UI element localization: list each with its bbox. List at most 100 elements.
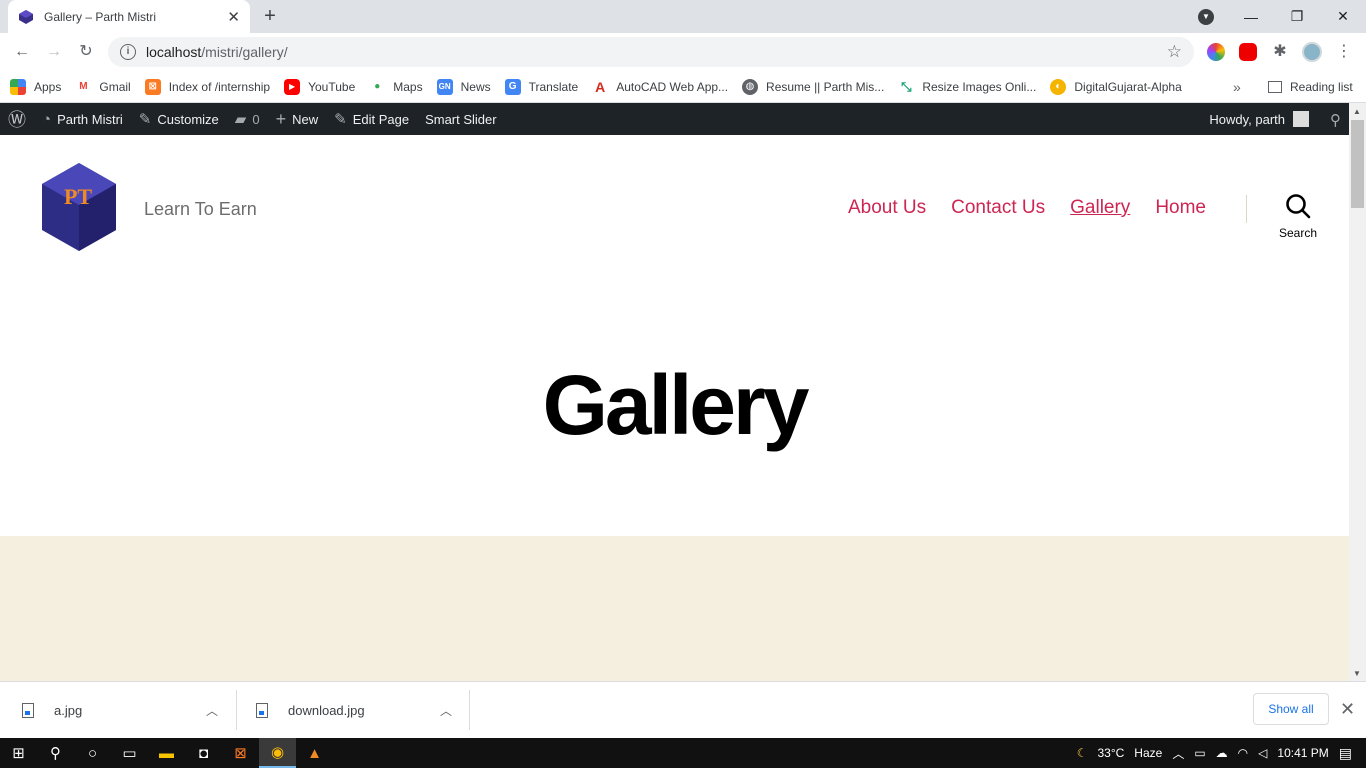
edit-page-link[interactable]: ✎ Edit Page	[326, 103, 417, 135]
chevron-up-icon[interactable]: ︿	[1172, 745, 1184, 762]
new-content-link[interactable]: + New	[268, 103, 327, 135]
scroll-up-icon[interactable]: ▲	[1353, 107, 1361, 116]
profile-avatar[interactable]	[1302, 42, 1322, 62]
battery-icon[interactable]: ▭	[1194, 746, 1205, 760]
wordpress-logo-button[interactable]: Ⓦ	[0, 103, 34, 135]
close-downloads-icon[interactable]: ✕	[1340, 699, 1355, 720]
extensions-puzzle-icon[interactable]: ✱	[1270, 42, 1290, 62]
image-file-icon	[256, 703, 268, 718]
bookmark-apps[interactable]: Apps	[10, 78, 62, 95]
onedrive-icon[interactable]: ☁	[1216, 746, 1228, 760]
bookmarks-bar: Apps M Gmail ⊠ Index of /internship ▶ YouTu…	[0, 71, 1366, 103]
site-logo[interactable]: PT	[40, 162, 118, 252]
nav-about-us[interactable]: About Us	[848, 197, 926, 219]
xampp-icon[interactable]: ⊠	[222, 738, 259, 768]
customize-link[interactable]: ✎ Customize	[131, 103, 227, 135]
download-item[interactable]: a.jpg ︿	[22, 682, 222, 739]
forward-arrow-icon[interactable]: →	[44, 42, 64, 62]
bookmark-autocad[interactable]: A AutoCAD Web App...	[592, 78, 728, 95]
new-tab-button[interactable]: +	[258, 4, 282, 28]
bookmark-digitalgujarat[interactable]: ◐ DigitalGujarat-Alpha	[1050, 78, 1182, 95]
chevron-up-icon[interactable]: ︿	[206, 702, 218, 719]
more-bookmarks-icon[interactable]: »	[1233, 71, 1241, 103]
bookmark-internship[interactable]: ⊠ Index of /internship	[144, 78, 271, 95]
restore-button[interactable]: ❐	[1274, 8, 1320, 25]
page-content: PT Learn To Earn About Us Contact Us Gal…	[0, 135, 1349, 681]
bookmark-label: DigitalGujarat-Alpha	[1074, 79, 1182, 94]
news-icon: GN	[436, 78, 453, 95]
bookmark-label: Gmail	[99, 79, 131, 94]
download-divider	[469, 690, 470, 730]
page-scrollbar[interactable]: ▲ ▼	[1349, 103, 1366, 681]
browser-tab[interactable]: Gallery – Parth Mistri ✕	[8, 0, 250, 33]
weather-condition[interactable]: Haze	[1134, 746, 1162, 760]
bookmark-maps[interactable]: ● Maps	[369, 78, 423, 95]
apps-grid-icon	[10, 78, 26, 95]
bookmark-resize-images[interactable]: ⤡ Resize Images Onli...	[898, 78, 1036, 95]
store-icon[interactable]: ◘	[185, 738, 222, 768]
close-tab-icon[interactable]: ✕	[227, 8, 240, 26]
color-picker-extension-icon[interactable]	[1207, 43, 1225, 61]
reading-list-button[interactable]: Reading list	[1268, 71, 1353, 103]
account-menu[interactable]: Howdy, parth	[1209, 103, 1309, 135]
nav-contact-us[interactable]: Contact Us	[951, 197, 1045, 219]
gmail-icon: M	[75, 78, 92, 95]
smart-slider-link[interactable]: Smart Slider	[417, 103, 505, 135]
nav-home[interactable]: Home	[1155, 197, 1206, 219]
search-icon[interactable]: ⚲	[37, 738, 74, 768]
bookmark-youtube[interactable]: ▶ YouTube	[284, 78, 356, 95]
clock[interactable]: 10:41 PM	[1277, 746, 1328, 760]
autocad-icon: A	[592, 78, 609, 95]
weather-moon-icon[interactable]: ☾	[1077, 746, 1088, 760]
menu-dots-icon[interactable]: ⋮	[1334, 42, 1354, 62]
vlc-icon[interactable]: ▲	[296, 738, 333, 768]
bookmark-news[interactable]: GN News	[436, 78, 491, 95]
dashboard-icon: ◔	[42, 110, 52, 128]
bookmark-label: YouTube	[308, 79, 356, 94]
reload-icon[interactable]: ↻	[76, 42, 96, 62]
chrome-icon[interactable]: ◉	[259, 738, 296, 768]
site-name-link[interactable]: ◔ Parth Mistri	[34, 103, 131, 135]
cortana-icon[interactable]: ○	[74, 738, 111, 768]
bookmark-resume[interactable]: ◍ Resume || Parth Mis...	[742, 78, 885, 95]
bookmark-label: Index of /internship	[168, 79, 271, 94]
edit-page-label: Edit Page	[352, 111, 410, 127]
minimize-button[interactable]: —	[1228, 9, 1274, 25]
close-window-button[interactable]: ✕	[1320, 8, 1366, 25]
tab-search-icon[interactable]: ▼	[1198, 9, 1214, 25]
task-view-icon[interactable]: ▭	[111, 738, 148, 768]
bookmark-translate[interactable]: G Translate	[504, 78, 578, 95]
url-text[interactable]: localhost/mistri/gallery/	[146, 44, 288, 60]
bookmark-star-icon[interactable]: ☆	[1167, 42, 1182, 62]
chevron-up-icon[interactable]: ︿	[440, 702, 452, 719]
show-all-button[interactable]: Show all	[1253, 693, 1329, 725]
speaker-icon[interactable]: ◁	[1258, 746, 1267, 760]
windows-start-icon[interactable]: ⊞	[0, 738, 37, 768]
bookmark-label: Resume || Parth Mis...	[766, 79, 885, 94]
temperature[interactable]: 33°C	[1097, 746, 1124, 760]
bookmark-label: Apps	[34, 79, 62, 94]
wifi-icon[interactable]: ◠	[1238, 746, 1248, 760]
scroll-down-icon[interactable]: ▼	[1353, 669, 1361, 678]
smart-slider-label: Smart Slider	[425, 111, 497, 127]
site-tagline: Learn To Earn	[144, 199, 257, 219]
nav-gallery[interactable]: Gallery	[1070, 197, 1130, 219]
comment-bubble-icon: ▰	[234, 111, 247, 128]
admin-search-icon[interactable]: ⚲	[1330, 111, 1341, 129]
adblock-extension-icon[interactable]	[1239, 43, 1257, 61]
search-toggle[interactable]: Search	[1272, 193, 1324, 240]
tab-title: Gallery – Parth Mistri	[44, 9, 157, 24]
howdy-label: Howdy, parth	[1209, 111, 1285, 127]
back-arrow-icon[interactable]: ←	[12, 42, 32, 62]
site-info-icon[interactable]: i	[120, 44, 136, 60]
bookmark-gmail[interactable]: M Gmail	[75, 78, 131, 95]
digitalgujarat-icon: ◐	[1050, 78, 1067, 95]
notifications-icon[interactable]: ▤	[1339, 745, 1352, 762]
download-item[interactable]: download.jpg ︿	[256, 682, 456, 739]
address-bar[interactable]: i localhost/mistri/gallery/ ☆	[108, 37, 1194, 67]
user-avatar	[1293, 111, 1309, 127]
gallery-content-area	[0, 536, 1349, 681]
file-explorer-icon[interactable]: ▬	[148, 738, 185, 768]
comments-link[interactable]: ▰ 0	[227, 103, 268, 135]
scrollbar-thumb[interactable]	[1351, 120, 1364, 208]
